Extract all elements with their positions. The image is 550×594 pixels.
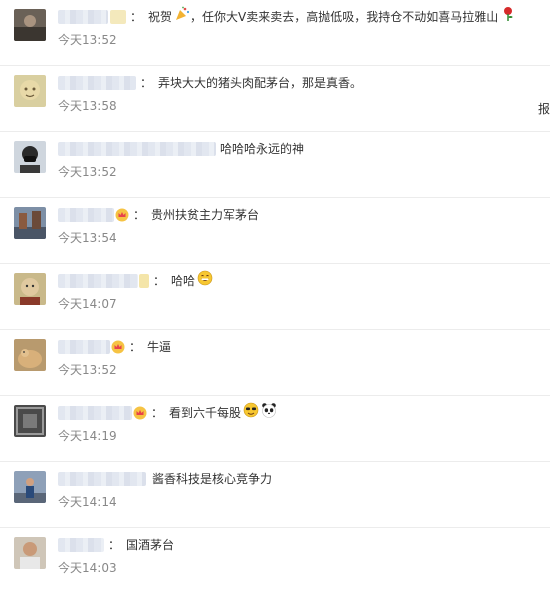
comment-text: 酱香科技是核心竞争力 <box>152 472 273 486</box>
comment-time: 今天13:54 <box>58 231 117 245</box>
comment-time: 今天13:58 <box>58 99 117 113</box>
username-redacted[interactable] <box>58 538 104 552</box>
comment-line: 酱香科技是核心竞争力 <box>58 468 272 490</box>
separator: ： <box>133 208 146 222</box>
avatar[interactable] <box>14 339 46 371</box>
comment-item: ： 祝贺 ，任你大V卖来卖去，高抛低吸，我持仓不动如喜马拉雅山 今天13:52 <box>0 0 550 66</box>
comment-text: 哈哈 <box>171 274 196 288</box>
crown-badge-icon <box>111 340 125 354</box>
comment-text: 贵州扶贫主力军茅台 <box>151 208 260 222</box>
comment-line: ： 贵州扶贫主力军茅台 <box>58 204 259 226</box>
separator: ： <box>129 340 142 354</box>
username-redacted[interactable] <box>58 472 146 486</box>
clipped-action-label[interactable]: 报 <box>538 100 550 117</box>
comment-item: ： 国酒茅台 今天14:03 <box>0 528 550 594</box>
username-redacted[interactable] <box>58 142 216 156</box>
comment-item: ： 弄块大大的猪头肉配茅台，那是真香。 今天13:58 <box>0 66 550 132</box>
rose-icon <box>500 6 516 29</box>
comment-time: 今天14:14 <box>58 495 117 509</box>
comment-item: ： 贵州扶贫主力军茅台 今天13:54 <box>0 198 550 264</box>
party-popper-icon <box>174 6 190 29</box>
comment-text: 看到六千每股 <box>169 406 242 420</box>
comment-item: ： 看到六千每股 今天14:19 <box>0 396 550 462</box>
comment-item: ： 牛逼 今天13:52 <box>0 330 550 396</box>
username-redacted[interactable] <box>58 76 136 90</box>
comment-item: ： 哈哈 今天14:07 <box>0 264 550 330</box>
avatar[interactable] <box>14 141 46 173</box>
avatar[interactable] <box>14 537 46 569</box>
separator: ： <box>140 76 153 90</box>
separator: ： <box>108 538 121 552</box>
comment-text: 国酒茅台 <box>126 538 175 552</box>
comment-line: ： 牛逼 <box>58 336 171 358</box>
comment-time: 今天14:19 <box>58 429 117 443</box>
comment-text: 弄块大大的猪头肉配茅台，那是真香。 <box>158 76 363 90</box>
avatar[interactable] <box>14 9 46 41</box>
username-redacted[interactable] <box>58 340 110 354</box>
comment-text: 祝贺 <box>148 10 173 24</box>
username-redacted[interactable] <box>58 406 132 420</box>
comment-time: 今天13:52 <box>58 363 117 377</box>
comment-line: ： 弄块大大的猪头肉配茅台，那是真香。 <box>58 72 362 94</box>
avatar[interactable] <box>14 471 46 503</box>
user-badge-icon <box>110 10 126 24</box>
sunglasses-emoji-icon <box>243 402 259 425</box>
comment-line: 哈哈哈永远的神 <box>58 138 304 160</box>
avatar[interactable] <box>14 273 46 305</box>
comment-line: ： 哈哈 <box>58 270 213 292</box>
comment-line: ： 看到六千每股 <box>58 402 277 424</box>
comment-time: 今天14:03 <box>58 561 117 575</box>
username-redacted[interactable] <box>58 10 108 24</box>
comment-time: 今天13:52 <box>58 165 117 179</box>
separator: ： <box>151 406 164 420</box>
panda-emoji-icon <box>261 402 277 425</box>
avatar[interactable] <box>14 405 46 437</box>
comment-time: 今天13:52 <box>58 33 117 47</box>
avatar[interactable] <box>14 207 46 239</box>
user-badge-icon <box>139 274 149 288</box>
comment-text: 哈哈哈永远的神 <box>220 142 305 156</box>
comment-text: 牛逼 <box>147 340 172 354</box>
crown-badge-icon <box>115 208 129 222</box>
comment-item: 酱香科技是核心竞争力 今天14:14 <box>0 462 550 528</box>
comment-time: 今天14:07 <box>58 297 117 311</box>
comment-line: ： 国酒茅台 <box>58 534 174 556</box>
separator: ： <box>130 10 143 24</box>
username-redacted[interactable] <box>58 208 114 222</box>
comment-text-tail: ，任你大V卖来卖去，高抛低吸，我持仓不动如喜马拉雅山 <box>190 10 499 24</box>
crown-badge-icon <box>133 406 147 420</box>
separator: ： <box>153 274 166 288</box>
comment-line: ： 祝贺 ，任你大V卖来卖去，高抛低吸，我持仓不动如喜马拉雅山 <box>58 6 516 28</box>
username-redacted[interactable] <box>58 274 138 288</box>
avatar[interactable] <box>14 75 46 107</box>
grin-emoji-icon <box>197 270 213 293</box>
comment-item: 哈哈哈永远的神 今天13:52 <box>0 132 550 198</box>
